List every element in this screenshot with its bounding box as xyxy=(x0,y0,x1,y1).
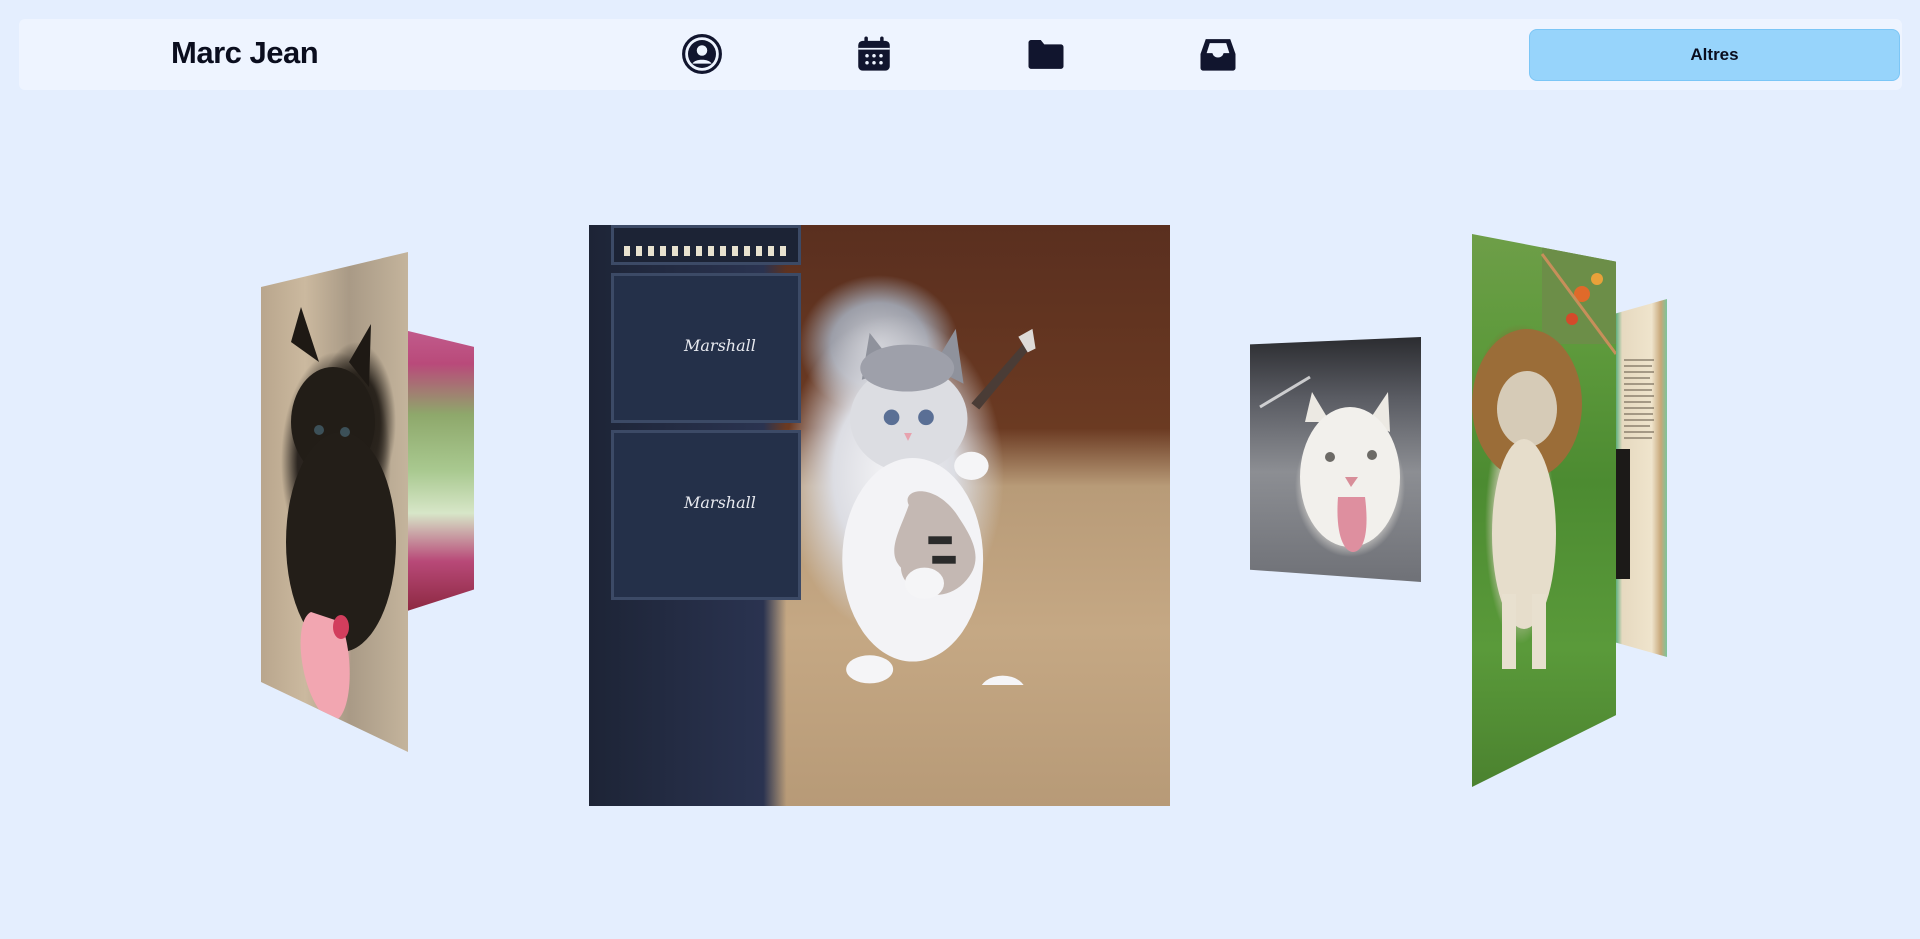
amp-logo: Marshall xyxy=(684,493,756,512)
black-kitten-image xyxy=(286,307,396,722)
book-image xyxy=(1616,359,1654,579)
amp-head xyxy=(611,225,801,265)
amp-logo: Marshall xyxy=(684,336,756,355)
cat-tongue-image xyxy=(1259,375,1400,552)
lion-cat-image xyxy=(1472,234,1616,669)
carousel-slide-black-kitten[interactable] xyxy=(261,252,408,752)
image-carousel: Marshall Marshall xyxy=(0,0,1920,939)
carousel-slide-book[interactable] xyxy=(1616,299,1667,657)
amp-cabinet-upper: Marshall xyxy=(611,273,801,423)
carousel-slide-kitten-with-guitar[interactable]: Marshall Marshall xyxy=(589,225,1170,806)
carousel-slide-lion-cat[interactable] xyxy=(1472,234,1616,787)
amp-cabinet-lower: Marshall xyxy=(611,430,801,600)
carousel-slide-food[interactable] xyxy=(404,330,474,612)
carousel-slide-cat-tongue[interactable] xyxy=(1250,337,1421,582)
kitten-and-guitar-illustration xyxy=(842,328,1036,685)
